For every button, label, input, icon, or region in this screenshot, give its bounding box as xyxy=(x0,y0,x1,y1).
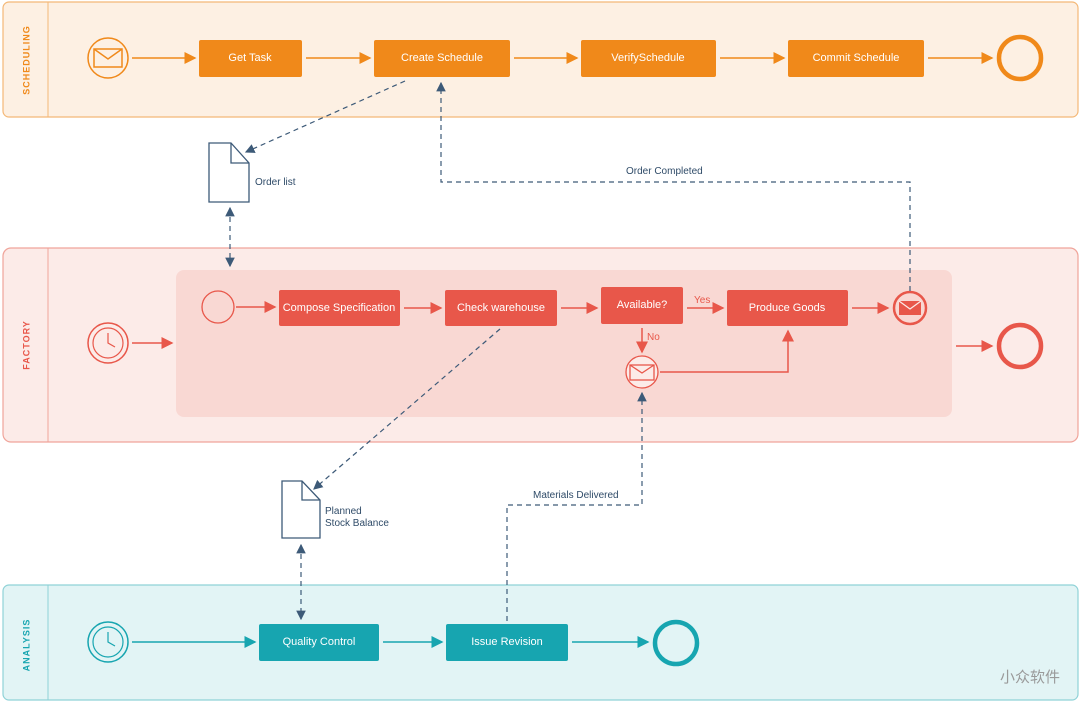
materials-delivered-label: Materials Delivered xyxy=(533,490,619,501)
svg-text:Available?: Available? xyxy=(617,299,668,311)
svg-text:Compose Specification: Compose Specification xyxy=(283,302,396,314)
data-object-planned-stock-balance[interactable]: Planned Stock Balance xyxy=(281,480,389,539)
task-compose-specification[interactable]: Compose Specification xyxy=(279,290,400,326)
lane-analysis: ANALYSIS Quality Control Issue Revision xyxy=(2,584,1079,701)
svg-text:Commit Schedule: Commit Schedule xyxy=(813,52,900,64)
envelope-filled-icon xyxy=(898,300,922,315)
svg-text:Order list: Order list xyxy=(255,177,296,188)
gateway-available[interactable]: Available? xyxy=(601,287,683,324)
task-verify-schedule[interactable]: VerifySchedule xyxy=(581,40,716,77)
lane-scheduling: SCHEDULING Get Task Create Schedule Veri… xyxy=(2,1,1079,118)
svg-text:Get Task: Get Task xyxy=(228,52,272,64)
task-quality-control[interactable]: Quality Control xyxy=(259,624,379,661)
message-catch-event[interactable] xyxy=(625,355,659,389)
svg-text:VerifySchedule: VerifySchedule xyxy=(611,52,684,64)
no-label: No xyxy=(647,332,660,343)
lane-factory: FACTORY Compose Specification Check ware… xyxy=(2,247,1079,443)
svg-text:Planned: Planned xyxy=(325,506,362,517)
lane-label-analysis: ANALYSIS xyxy=(21,619,31,672)
svg-text:Check warehouse: Check warehouse xyxy=(457,302,545,314)
order-completed-label: Order Completed xyxy=(626,166,703,177)
svg-text:Create Schedule: Create Schedule xyxy=(401,52,483,64)
svg-text:Stock Balance: Stock Balance xyxy=(325,518,389,529)
task-commit-schedule[interactable]: Commit Schedule xyxy=(788,40,924,77)
data-object-order-list[interactable]: Order list xyxy=(208,142,296,203)
lane-label-factory: FACTORY xyxy=(21,320,31,370)
watermark: 小众软件 xyxy=(1000,668,1060,686)
svg-text:Quality Control: Quality Control xyxy=(283,636,356,648)
task-get-task[interactable]: Get Task xyxy=(199,40,302,77)
task-create-schedule[interactable]: Create Schedule xyxy=(374,40,510,77)
yes-label: Yes xyxy=(694,295,710,306)
svg-text:Issue Revision: Issue Revision xyxy=(471,636,543,648)
lane-label-scheduling: SCHEDULING xyxy=(21,25,31,95)
bpmn-diagram: SCHEDULING Get Task Create Schedule Veri… xyxy=(2,1,1079,701)
task-issue-revision[interactable]: Issue Revision xyxy=(446,624,568,661)
svg-text:Produce Goods: Produce Goods xyxy=(749,302,826,314)
task-check-warehouse[interactable]: Check warehouse xyxy=(445,290,557,326)
task-produce-goods[interactable]: Produce Goods xyxy=(727,290,848,326)
